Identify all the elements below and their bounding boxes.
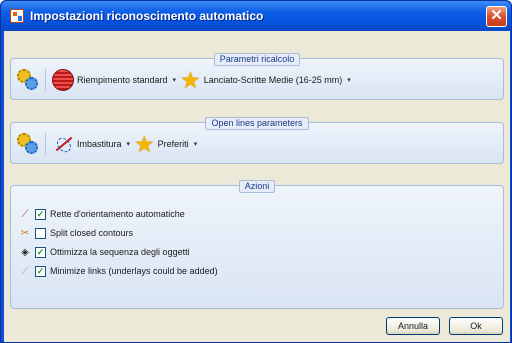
group-parametri-ricalcolo: Parametri ricalcolo Riempimento standard… <box>10 53 504 100</box>
star-icon: ★ <box>180 67 201 93</box>
checkbox-split-contours[interactable] <box>35 227 46 239</box>
checkbox-label: Rette d'orientamento automatiche <box>50 209 185 219</box>
cancel-button[interactable]: Annulla <box>386 317 440 335</box>
stitch-type-label: Imbastitura <box>77 139 122 149</box>
fill-type-dropdown[interactable]: Riempimento standard ▾ <box>52 69 176 91</box>
pen-line-icon: ⟋ <box>21 208 29 220</box>
checkbox-label: Ottimizza la sequenza degli oggetti <box>50 247 190 257</box>
checkbox-optimize-sequence[interactable]: ✓ <box>35 246 46 258</box>
chevron-down-icon: ▾ <box>126 141 131 148</box>
group-open-lines-parameters: Open lines parameters Imbastitura ▾ ★ Pr… <box>10 117 504 164</box>
stitch-type-dropdown[interactable]: Imbastitura ▾ <box>52 133 130 155</box>
option-row: ◈ ✓ Ottimizza la sequenza degli oggetti <box>19 246 190 258</box>
option-row: ⟋ ✓ Minimize links (underlays could be a… <box>19 265 218 277</box>
diamond-icon: ◈ <box>21 246 29 258</box>
toolbar-separator <box>45 133 46 155</box>
window-title: Impostazioni riconoscimento automatico <box>30 9 264 23</box>
app-icon <box>10 9 24 23</box>
group-title: Open lines parameters <box>205 117 309 130</box>
group-azioni: Azioni ⟋ ✓ Rette d'orientamento automati… <box>10 180 504 309</box>
checkbox-minimize-links[interactable]: ✓ <box>35 265 46 277</box>
link-icon: ⟋ <box>21 265 29 277</box>
option-row: ✂ Split closed contours <box>19 227 133 239</box>
ok-button[interactable]: Ok <box>449 317 503 335</box>
needle-icon <box>52 133 74 155</box>
chevron-down-icon: ▾ <box>172 77 177 84</box>
dialog-window: Impostazioni riconoscimento automatico ✕… <box>0 0 512 343</box>
option-row: ⟋ ✓ Rette d'orientamento automatiche <box>19 208 185 220</box>
fill-ball-icon <box>52 69 74 91</box>
preset-dropdown[interactable]: ★ Lanciato-Scritte Medie (16-25 mm) ▾ <box>180 67 351 93</box>
preset-label: Lanciato-Scritte Medie (16-25 mm) <box>203 75 343 85</box>
checkbox-label: Minimize links (underlays could be added… <box>50 266 218 276</box>
dialog-client-area: Parametri ricalcolo Riempimento standard… <box>4 31 510 342</box>
title-bar[interactable]: Impostazioni riconoscimento automatico ✕ <box>1 1 511 31</box>
chevron-down-icon: ▾ <box>347 77 351 84</box>
fill-type-label: Riempimento standard <box>77 75 168 85</box>
close-button[interactable]: ✕ <box>486 6 507 27</box>
gear-icon[interactable] <box>17 133 39 155</box>
checkbox-auto-orientation[interactable]: ✓ <box>35 208 46 220</box>
gear-icon[interactable] <box>17 69 39 91</box>
chevron-down-icon: ▾ <box>193 141 198 148</box>
group-title: Parametri ricalcolo <box>213 53 301 66</box>
checkbox-label: Split closed contours <box>50 228 134 238</box>
favorites-dropdown[interactable]: ★ Preferiti ▾ <box>134 131 198 157</box>
split-icon: ✂ <box>20 227 30 239</box>
star-icon: ★ <box>134 131 155 157</box>
toolbar-separator <box>45 69 46 91</box>
favorites-label: Preferiti <box>157 139 189 149</box>
group-title: Azioni <box>238 180 276 193</box>
